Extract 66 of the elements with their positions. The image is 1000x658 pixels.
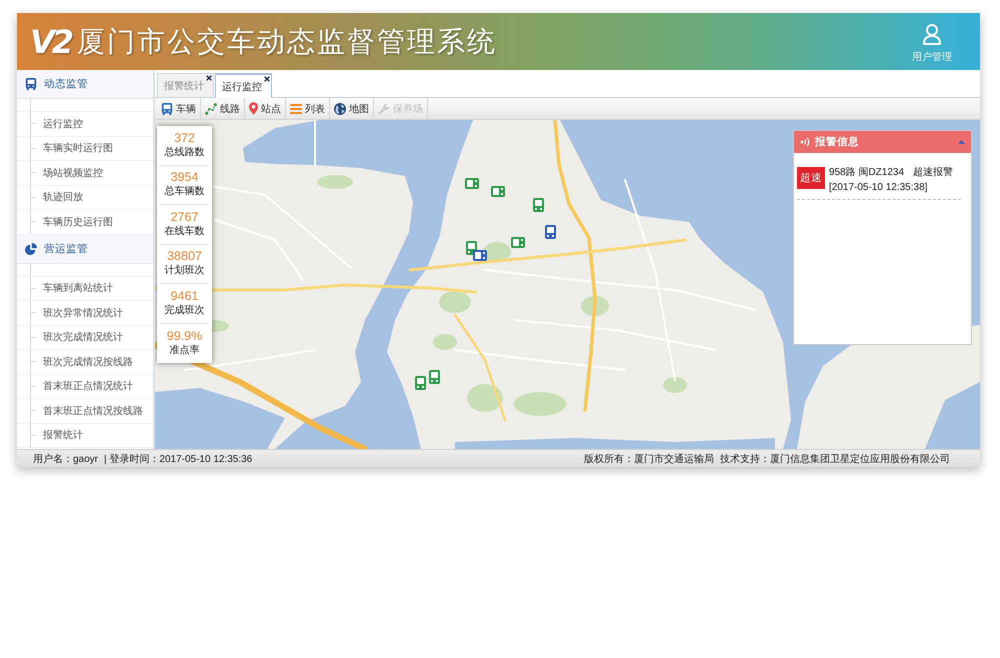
park-area	[317, 175, 353, 189]
stat-value: 38807	[167, 249, 202, 264]
bus-marker-icon[interactable]	[473, 250, 487, 261]
bus-icon	[161, 102, 173, 114]
wrench-icon	[378, 102, 390, 114]
nav-section-header[interactable]: 动态监管	[17, 70, 153, 99]
stat-value: 99.9%	[166, 328, 202, 344]
close-icon[interactable]	[206, 75, 212, 81]
caret-up-icon[interactable]	[958, 140, 965, 144]
stat-value: 9461	[170, 288, 198, 304]
toolbar-button[interactable]: 线路	[201, 98, 245, 119]
alarm-time: [2017-05-10 12:35:38]	[829, 182, 928, 193]
stat-value: 3954	[170, 170, 198, 186]
panel-title: 报警信息	[815, 135, 859, 149]
login-time: | 登录时间：2017-05-10 12:35:36	[104, 452, 252, 466]
park-area	[663, 377, 687, 393]
bus-marker-icon[interactable]	[533, 198, 544, 212]
map-pin-icon	[249, 102, 258, 115]
nav-section-header[interactable]: 营运监管	[17, 234, 153, 264]
stat-label: 计划班次	[164, 264, 204, 278]
bus-icon	[25, 78, 37, 90]
close-icon[interactable]	[264, 76, 270, 82]
tab[interactable]: 运行监控	[215, 73, 272, 98]
stat-label: 总线路数	[164, 146, 204, 160]
user-icon	[922, 23, 942, 45]
logo: V2	[30, 24, 72, 60]
bus-marker-icon[interactable]	[429, 370, 440, 384]
stat-label: 准点率	[170, 344, 200, 358]
toolbar-button[interactable]: 地图	[330, 98, 374, 119]
toolbar-button[interactable]: 列表	[286, 98, 330, 119]
broadcast-icon	[800, 137, 810, 147]
stat-label: 总车辆数	[164, 185, 204, 200]
copyright-notice: 版权所有：厦门市交通运输局	[584, 452, 714, 466]
park-area	[581, 296, 609, 316]
sidebar-item[interactable]: 轨迹回放	[17, 186, 153, 210]
park-area	[439, 291, 471, 313]
stat-label: 在线车数	[164, 224, 204, 239]
bus-marker-icon[interactable]	[491, 186, 505, 197]
bus-marker-icon[interactable]	[415, 376, 426, 390]
park-area	[483, 242, 511, 262]
sidebar-item[interactable]: 车辆到离站统计	[17, 276, 153, 301]
sidebar-item[interactable]: 班次完成情况统计	[17, 326, 153, 350]
park-area	[433, 334, 457, 350]
toolbar-button[interactable]: 车辆	[157, 98, 201, 119]
stat-label: 完成班次	[164, 304, 204, 318]
app-title: 厦门市公交车动态监督管理系统	[77, 24, 498, 58]
alarm-type-text: 超速报警	[913, 166, 954, 179]
sidebar-item[interactable]: 报警统计	[17, 424, 153, 448]
vehicle-text: 958路 闽DZ1234	[829, 166, 904, 179]
pie-chart-icon	[25, 242, 37, 254]
stat-value: 2767	[170, 210, 198, 225]
user-info: 用户名：gaoyr	[33, 452, 98, 466]
toolbar-button[interactable]: 站点	[245, 98, 286, 119]
sidebar-item[interactable]: 首末班正点情况统计	[17, 374, 153, 399]
bus-marker-icon[interactable]	[545, 225, 556, 239]
park-area	[514, 392, 566, 416]
bus-marker-icon[interactable]	[465, 178, 479, 189]
stat-value: 372	[174, 130, 195, 146]
globe-icon	[334, 102, 346, 114]
alarm-type-badge: 超速	[797, 167, 825, 189]
sidebar-item[interactable]: 车辆实时运行图	[17, 136, 153, 161]
tech-support-notice: 技术支持：厦门信息集团卫星定位应用股份有限公司	[720, 452, 950, 466]
park-area	[467, 384, 503, 412]
bus-marker-icon[interactable]	[511, 237, 525, 248]
list-icon	[290, 104, 302, 114]
route-icon	[205, 102, 217, 114]
